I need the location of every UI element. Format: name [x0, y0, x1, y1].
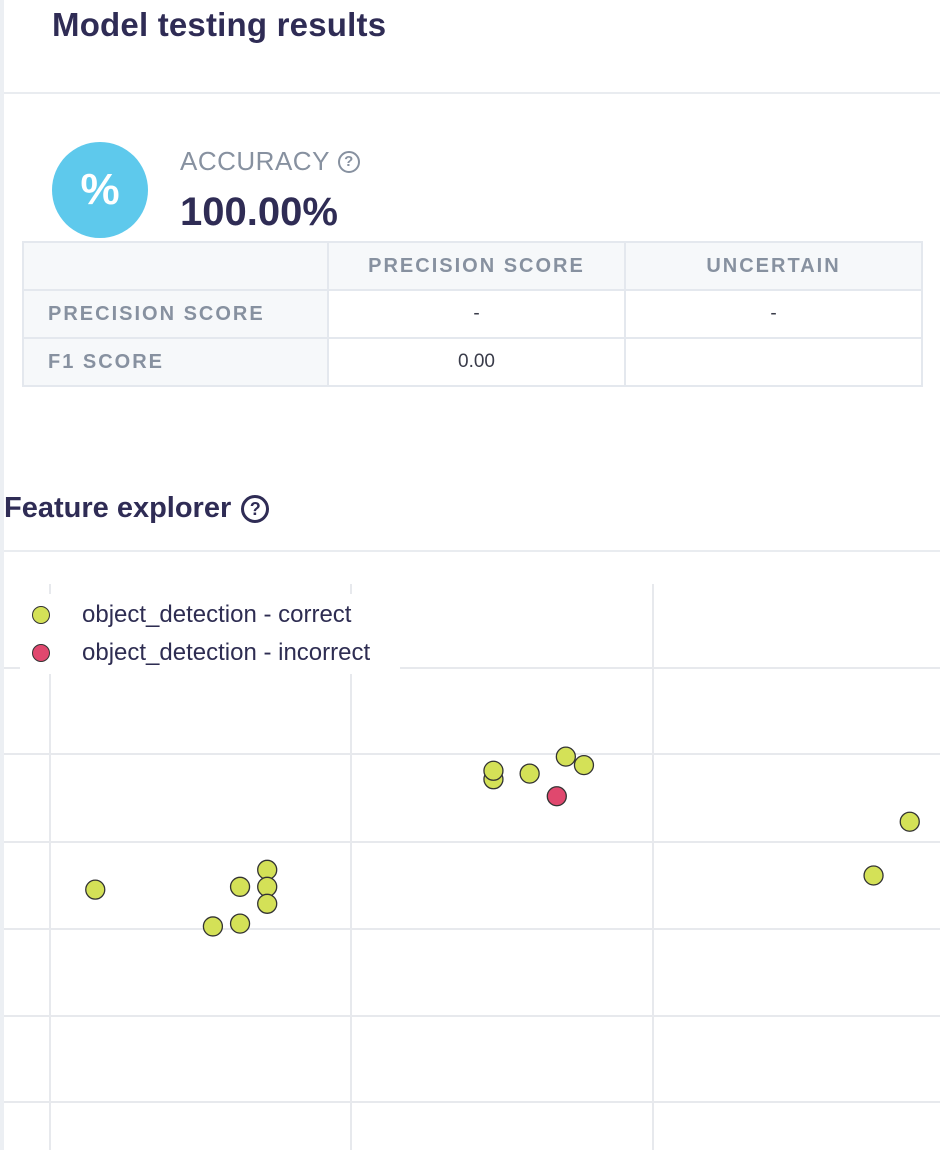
scatter-point[interactable] [257, 893, 278, 914]
feature-explorer-chart[interactable] [0, 0, 940, 1150]
legend-item-correct[interactable]: object_detection - correct [20, 596, 400, 634]
legend-dot-incorrect [32, 644, 50, 662]
scatter-point[interactable] [863, 865, 884, 886]
scatter-point[interactable] [229, 876, 251, 897]
scatter-point[interactable] [257, 876, 278, 897]
scatter-point[interactable] [229, 913, 251, 934]
legend-label-correct: object_detection - correct [82, 601, 352, 628]
scatter-point[interactable] [257, 859, 278, 880]
scatter-point[interactable] [899, 811, 920, 832]
legend-dot-correct [32, 606, 50, 624]
scatter-point[interactable] [85, 879, 106, 900]
scatter-point[interactable] [546, 786, 567, 807]
legend-item-incorrect[interactable]: object_detection - incorrect [20, 634, 400, 672]
scatter-point[interactable] [483, 760, 504, 781]
scatter-point[interactable] [573, 754, 595, 776]
scatter-point[interactable] [519, 763, 540, 784]
scatter-point[interactable] [555, 746, 576, 767]
chart-legend: object_detection - correct object_detect… [20, 594, 400, 674]
scatter-point[interactable] [202, 916, 224, 937]
legend-label-incorrect: object_detection - incorrect [82, 639, 371, 666]
